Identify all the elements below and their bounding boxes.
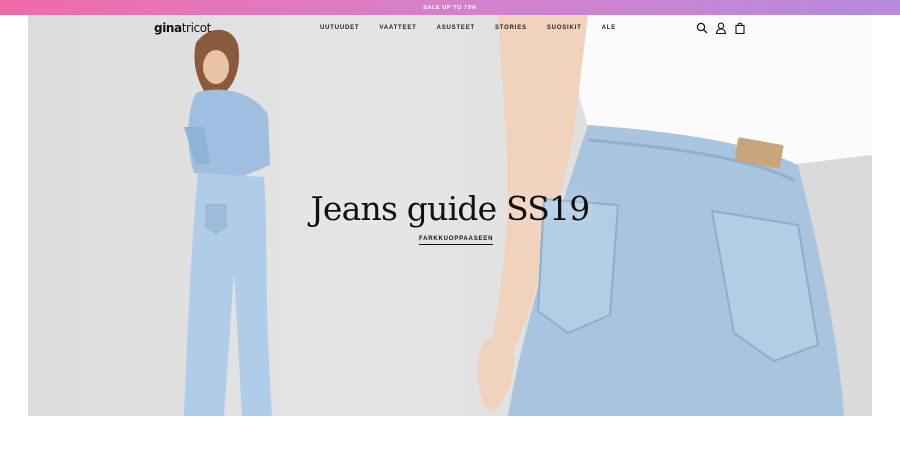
promo-text[interactable]: SALE UP TO 75% — [423, 5, 477, 11]
nav-item-stories[interactable]: STORIES — [495, 25, 527, 31]
brand-logo[interactable]: ginatricot — [154, 21, 211, 35]
main-nav: UUTUUDET VAATTEET ASUSTEET STORIES SUOSI… — [320, 25, 636, 31]
nav-item-asusteet[interactable]: ASUSTEET — [437, 25, 475, 31]
search-icon[interactable] — [696, 22, 708, 34]
nav-item-suosikit[interactable]: SUOSIKIT — [547, 25, 582, 31]
logo-bold: gina — [154, 21, 182, 35]
logo-light: tricot — [181, 21, 212, 35]
site-header: ginatricot UUTUUDET VAATTEET ASUSTEET ST… — [28, 15, 872, 43]
nav-item-vaatteet[interactable]: VAATTEET — [379, 25, 416, 31]
header-icons — [696, 22, 746, 34]
nav-item-ale[interactable]: ALE — [602, 25, 616, 31]
bag-icon[interactable] — [734, 22, 746, 34]
hero-title: Jeans guide SS19 — [310, 189, 590, 228]
hero-cta-link[interactable]: FARKKUOPPAASEEN — [419, 236, 494, 245]
nav-item-uutuudet[interactable]: UUTUUDET — [320, 25, 359, 31]
promo-bar[interactable]: SALE UP TO 75% — [0, 0, 900, 15]
account-icon[interactable] — [715, 22, 727, 34]
